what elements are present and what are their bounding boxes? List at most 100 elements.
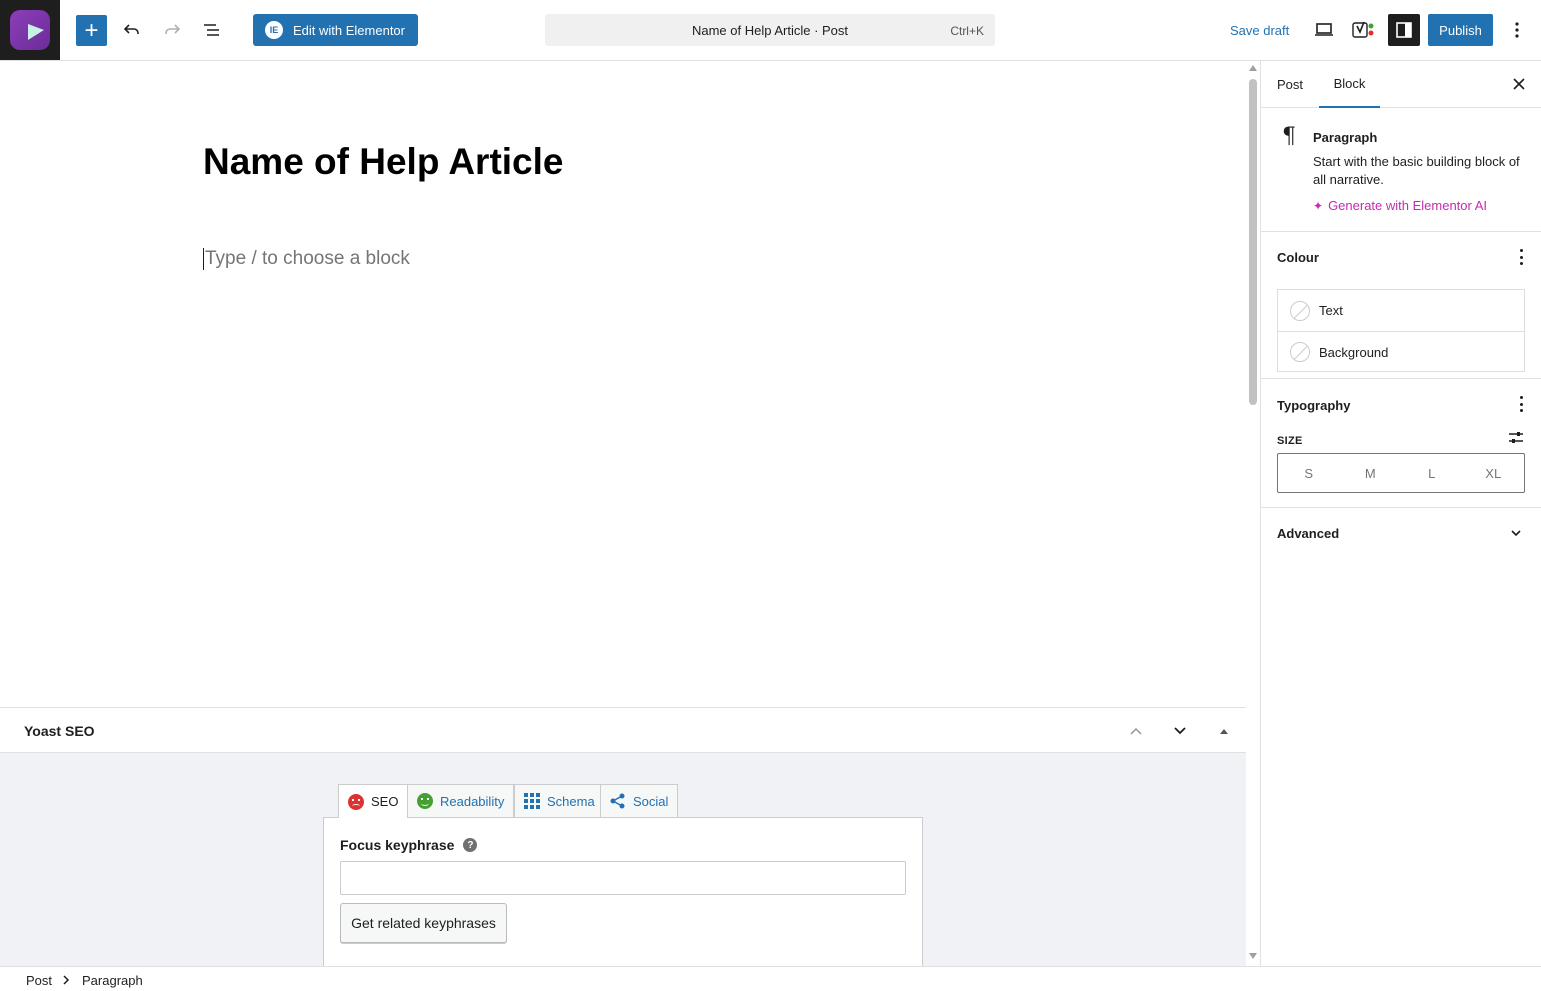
breadcrumb-item-post[interactable]: Post xyxy=(26,973,52,988)
colour-options-menu-icon[interactable] xyxy=(1520,249,1524,265)
tab-schema-label: Schema xyxy=(547,793,595,809)
custom-size-button[interactable] xyxy=(1508,430,1524,446)
advanced-panel-title: Advanced xyxy=(1277,526,1340,541)
tab-social-label: Social xyxy=(633,793,669,809)
site-logo-icon xyxy=(10,10,50,50)
triangle-up-icon xyxy=(1220,729,1228,734)
more-vertical-icon xyxy=(1515,22,1519,38)
chevron-down-icon xyxy=(1174,727,1186,735)
undo-button[interactable] xyxy=(117,15,147,45)
block-breadcrumb: Post Paragraph xyxy=(0,966,1541,991)
size-option-s[interactable]: S xyxy=(1278,454,1340,492)
tab-readability-label: Readability xyxy=(440,793,505,809)
editor-canvas: Name of Help Article Type / to choose a … xyxy=(0,61,1246,708)
colour-panel-title: Colour xyxy=(1277,250,1319,265)
tab-seo[interactable]: SEO xyxy=(338,784,409,818)
sparkle-icon: ✦ xyxy=(1313,198,1324,213)
sidebar-icon xyxy=(1396,22,1412,38)
add-block-button[interactable]: + xyxy=(76,15,107,46)
publish-button[interactable]: Publish xyxy=(1428,14,1493,46)
chevron-down-icon xyxy=(1511,530,1521,537)
help-icon[interactable]: ? xyxy=(463,838,478,852)
document-title: Name of Help Article · Post xyxy=(691,23,849,38)
settings-sliders-icon xyxy=(1509,432,1523,443)
focus-keyphrase-label: Focus keyphrase ? xyxy=(340,837,478,853)
save-draft-button[interactable]: Save draft xyxy=(1230,23,1289,38)
tab-block[interactable]: Block xyxy=(1319,61,1380,108)
advanced-panel[interactable]: Advanced xyxy=(1261,508,1541,558)
toggle-panel-button[interactable] xyxy=(1214,721,1234,741)
sad-face-icon xyxy=(348,793,364,810)
scroll-up-arrow-icon[interactable] xyxy=(1249,65,1257,71)
options-menu-button[interactable] xyxy=(1503,15,1531,45)
size-option-l[interactable]: L xyxy=(1401,454,1463,492)
preview-button[interactable] xyxy=(1310,15,1338,45)
site-logo[interactable] xyxy=(0,0,60,60)
yoast-metabox-body: SEO Readability Schema Social Focus keyp… xyxy=(0,753,1246,977)
colour-item-label: Background xyxy=(1319,344,1389,360)
chevron-right-icon xyxy=(63,975,70,985)
sidebar-tabs: Post Block xyxy=(1261,61,1541,108)
close-icon xyxy=(1513,78,1525,90)
typography-options-menu-icon[interactable] xyxy=(1520,396,1524,412)
tab-post[interactable]: Post xyxy=(1277,61,1303,108)
breadcrumb-item-paragraph[interactable]: Paragraph xyxy=(82,973,143,988)
scroll-thumb[interactable] xyxy=(1249,79,1257,405)
size-option-xl[interactable]: XL xyxy=(1463,454,1525,492)
settings-sidebar: Post Block ¶ Paragraph Start with the ba… xyxy=(1260,61,1541,966)
tab-schema[interactable]: Schema xyxy=(514,784,605,817)
paragraph-icon: ¶ xyxy=(1282,124,1296,149)
editor-top-bar: + IE Edit with Elementor Name of Help Ar… xyxy=(0,0,1541,61)
settings-sidebar-toggle[interactable] xyxy=(1388,14,1420,46)
redo-icon xyxy=(165,24,181,34)
size-label: SIZE xyxy=(1277,435,1303,447)
redo-button[interactable] xyxy=(157,15,187,45)
colour-settings-box: Text Background xyxy=(1277,289,1525,372)
typography-panel: Typography SIZE S M L XL xyxy=(1261,379,1541,508)
post-title[interactable]: Name of Help Article xyxy=(203,141,564,183)
laptop-icon xyxy=(1315,23,1333,36)
tab-seo-label: SEO xyxy=(371,794,399,809)
yoast-icon xyxy=(1352,21,1374,38)
block-description: Start with the basic building block of a… xyxy=(1313,154,1520,187)
plus-icon: + xyxy=(84,16,99,44)
yoast-seo-button[interactable] xyxy=(1347,15,1379,45)
share-icon xyxy=(610,793,625,809)
tab-readability[interactable]: Readability xyxy=(407,784,515,817)
move-down-button[interactable] xyxy=(1170,721,1190,741)
chevron-up-icon xyxy=(1130,727,1142,735)
smile-face-icon xyxy=(417,793,433,809)
yoast-metabox-title: Yoast SEO xyxy=(24,723,95,739)
typography-panel-title: Typography xyxy=(1277,398,1351,413)
size-option-m[interactable]: M xyxy=(1340,454,1402,492)
colour-item-label: Text xyxy=(1319,303,1343,318)
font-size-toggle-group: S M L XL xyxy=(1277,453,1525,493)
move-up-button[interactable] xyxy=(1126,721,1146,741)
yoast-metabox-header: Yoast SEO xyxy=(0,707,1246,753)
paragraph-block-placeholder[interactable]: Type / to choose a block xyxy=(203,248,410,270)
seo-tab-panel: Focus keyphrase ? Get related keyphrases xyxy=(323,817,923,977)
generate-ai-label: Generate with Elementor AI xyxy=(1328,198,1488,213)
focus-keyphrase-input[interactable] xyxy=(340,861,906,895)
scroll-down-arrow-icon[interactable] xyxy=(1249,953,1257,959)
empty-swatch-icon xyxy=(1290,300,1310,321)
block-name: Paragraph xyxy=(1313,130,1378,145)
command-shortcut: Ctrl+K xyxy=(950,24,984,38)
document-overview-button[interactable] xyxy=(197,15,227,45)
close-sidebar-button[interactable] xyxy=(1510,75,1528,93)
colour-item-text[interactable]: Text xyxy=(1278,290,1524,331)
focus-keyphrase-text: Focus keyphrase xyxy=(340,837,455,853)
edit-with-elementor-label: Edit with Elementor xyxy=(293,22,405,38)
command-palette[interactable]: Name of Help Article · Post Ctrl+K xyxy=(545,14,995,46)
undo-icon xyxy=(123,24,139,34)
get-related-keyphrases-button[interactable]: Get related keyphrases xyxy=(340,903,507,943)
editor-scrollbar[interactable] xyxy=(1246,61,1260,966)
colour-item-background[interactable]: Background xyxy=(1278,331,1524,372)
tab-social[interactable]: Social xyxy=(600,784,679,817)
grid-icon xyxy=(524,793,540,809)
colour-panel: Colour Text Background xyxy=(1261,232,1541,379)
generate-with-elementor-ai-link[interactable]: ✦ Generate with Elementor AI xyxy=(1313,198,1487,213)
list-view-icon xyxy=(204,24,219,36)
edit-with-elementor-button[interactable]: IE Edit with Elementor xyxy=(253,14,418,46)
elementor-icon: IE xyxy=(265,21,283,39)
